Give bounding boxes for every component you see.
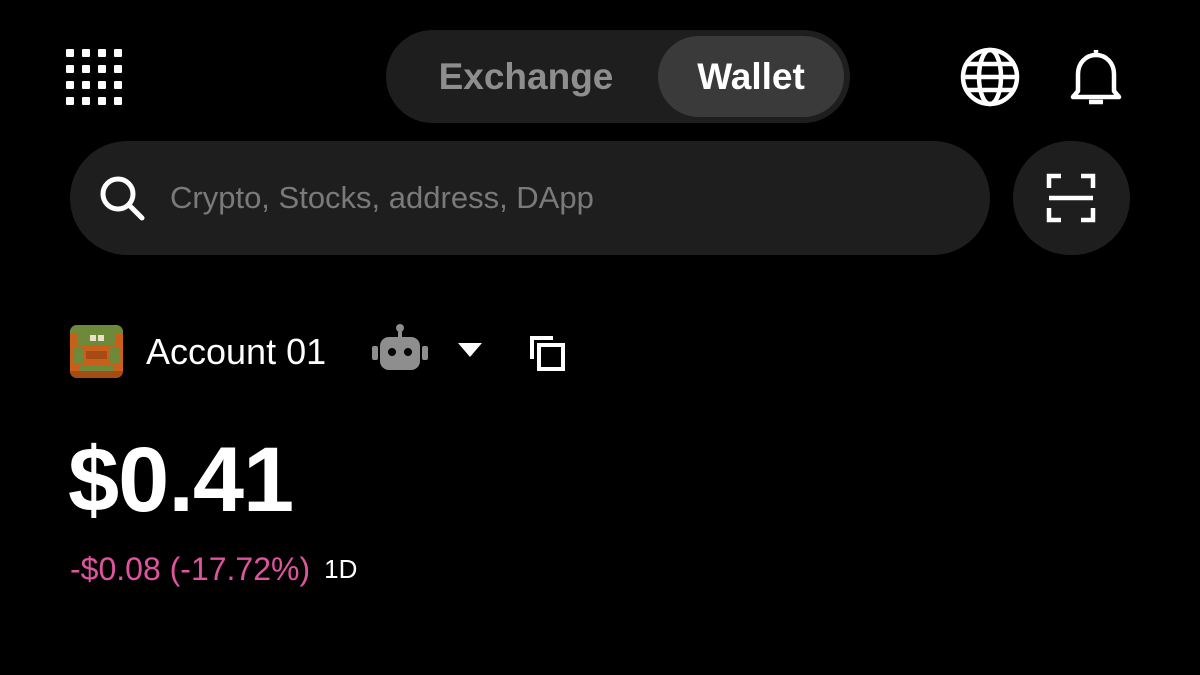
balance-change: -$0.08 (-17.72%): [70, 551, 311, 587]
copy-icon[interactable]: [526, 332, 568, 374]
tab-exchange[interactable]: Exchange: [398, 36, 654, 117]
account-name[interactable]: Account 01: [146, 330, 326, 374]
robot-icon: [370, 322, 430, 374]
balance-change-row: -$0.08 (-17.72%) 1D: [70, 549, 357, 589]
bell-icon[interactable]: [1064, 45, 1128, 109]
caret-down-icon[interactable]: [456, 340, 484, 360]
avatar[interactable]: [70, 325, 123, 378]
total-balance: $0.41: [68, 429, 294, 531]
grid-menu-icon[interactable]: [66, 49, 122, 105]
globe-icon[interactable]: [958, 45, 1022, 109]
search-icon: [100, 176, 145, 221]
scan-icon[interactable]: [1013, 141, 1130, 255]
search-bar: [70, 141, 990, 255]
wallet-home-screen: Exchange Wallet Crypto, Stocks, address,…: [0, 0, 1200, 675]
search-input[interactable]: [170, 168, 950, 228]
exchange-wallet-toggle: Exchange Wallet: [386, 30, 850, 123]
period-selector[interactable]: 1D: [324, 549, 357, 589]
tab-wallet[interactable]: Wallet: [658, 36, 844, 117]
